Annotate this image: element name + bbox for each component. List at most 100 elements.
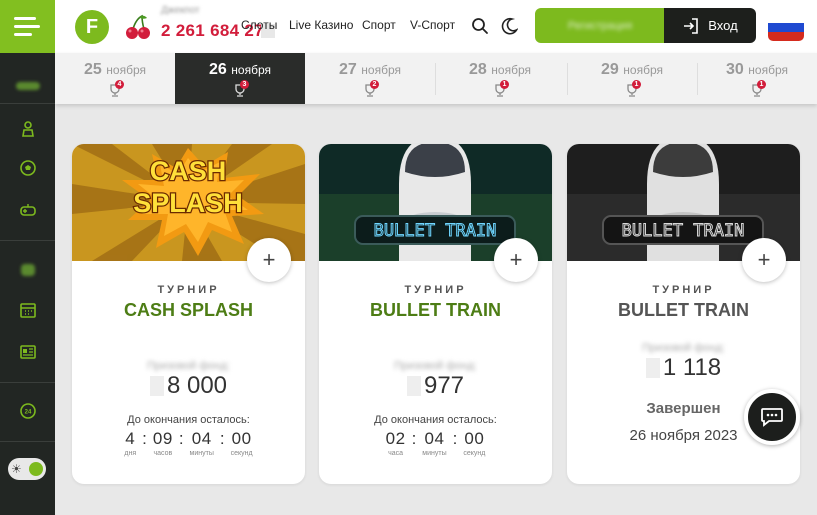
prize-fund-label: Призовой фонд: bbox=[72, 360, 305, 372]
date-day: 29 bbox=[601, 61, 619, 78]
login-icon bbox=[684, 17, 699, 34]
timer-value: 09 bbox=[152, 429, 173, 448]
timer-seconds: 00 секунд bbox=[231, 429, 253, 457]
date-month: ноября bbox=[623, 63, 663, 77]
trophy-icon: 1 bbox=[493, 80, 509, 97]
flag-stripe-white bbox=[768, 14, 804, 23]
register-label: Регистрация bbox=[567, 19, 633, 32]
timer-value: 00 bbox=[231, 429, 252, 448]
timer-colon: : bbox=[178, 429, 184, 448]
prize-fund-amount: 8 000 bbox=[166, 372, 228, 399]
banner-text: BULLET TRAIN bbox=[622, 221, 745, 241]
svg-text:24: 24 bbox=[24, 410, 31, 416]
date-tab[interactable]: 30 ноября 1 bbox=[697, 53, 817, 104]
sidebar-item-calendar[interactable] bbox=[0, 298, 55, 322]
timer-unit: секунд bbox=[230, 450, 253, 457]
nav-slots[interactable]: Слоты bbox=[241, 18, 277, 32]
prize-fund-label-text: Призовой фонд: bbox=[642, 342, 725, 354]
prize-fund-label: Призовой фонд: bbox=[319, 360, 552, 372]
time-left-label: До окончания осталось: bbox=[127, 414, 250, 426]
currency-icon bbox=[406, 376, 421, 396]
add-button[interactable]: + bbox=[742, 238, 786, 282]
date-tab[interactable]: 27 ноября 2 bbox=[305, 53, 435, 104]
date-day: 26 bbox=[209, 61, 227, 78]
moon-icon[interactable] bbox=[500, 17, 518, 35]
date-month: ноября bbox=[106, 63, 146, 77]
add-button[interactable]: + bbox=[247, 238, 291, 282]
sidebar-item-sport[interactable] bbox=[0, 156, 55, 180]
sidebar-divider bbox=[0, 103, 55, 104]
timer-unit: минуты bbox=[189, 450, 214, 457]
date-day: 27 bbox=[339, 61, 357, 78]
prize-fund-label: Призовой фонд: bbox=[567, 342, 800, 354]
sidebar-item-rank[interactable] bbox=[0, 117, 55, 141]
tournament-card[interactable]: BULLET TRAIN + ТУРНИР BULLET TRAIN Призо… bbox=[319, 144, 552, 484]
currency-icon bbox=[149, 376, 164, 396]
tournament-name: BULLET TRAIN bbox=[370, 300, 501, 320]
prize-fund-amount: 1 118 bbox=[662, 354, 722, 381]
tournament-name: CASH SPLASH bbox=[123, 300, 253, 320]
sidebar-item-news[interactable] bbox=[0, 340, 55, 364]
chat-button[interactable] bbox=[744, 389, 800, 445]
date-tab[interactable]: 25 ноября 4 bbox=[55, 53, 175, 104]
timer-colon: : bbox=[219, 429, 225, 448]
news-icon bbox=[19, 345, 36, 359]
jackpot-label: Джекпот bbox=[161, 5, 200, 16]
menu-line bbox=[14, 25, 40, 28]
date-tab[interactable]: 29 ноября 1 bbox=[567, 53, 697, 104]
nav-sport[interactable]: Спорт bbox=[362, 18, 396, 32]
flag-stripe-red bbox=[768, 32, 804, 41]
sidebar-item-support[interactable]: 24 bbox=[0, 399, 55, 423]
tournament-card[interactable]: CASH SPLASH + ТУРНИР CASH SPLASH Призово… bbox=[72, 144, 305, 484]
sidebar-item-games[interactable] bbox=[0, 198, 55, 222]
nav-live-casino[interactable]: Live Казино bbox=[289, 18, 353, 32]
rank-icon bbox=[21, 121, 34, 137]
timer-seconds: 00 секунд bbox=[463, 429, 485, 457]
add-button[interactable]: + bbox=[494, 238, 538, 282]
logo[interactable]: F bbox=[75, 10, 109, 44]
timer-hours: 02 часа bbox=[386, 429, 406, 457]
currency-icon bbox=[645, 358, 660, 378]
sidebar-item-blurred-1[interactable] bbox=[0, 74, 55, 98]
date-count-badge: 3 bbox=[240, 80, 249, 89]
date-day: 30 bbox=[726, 61, 744, 78]
timer-value: 02 bbox=[385, 429, 406, 448]
gamepad-icon bbox=[19, 204, 36, 216]
time-left-label: До окончания осталось: bbox=[374, 414, 497, 426]
sidebar-divider bbox=[0, 441, 55, 442]
timer-minutes: 04 минуты bbox=[422, 429, 446, 457]
sidebar-item-blurred-2[interactable] bbox=[0, 258, 55, 282]
date-day: 28 bbox=[469, 61, 487, 78]
timer-value: 04 bbox=[191, 429, 212, 448]
card-kind: ТУРНИР bbox=[157, 284, 220, 296]
timer-hours: 09 часов bbox=[153, 429, 173, 457]
flag-stripe-blue bbox=[768, 23, 804, 32]
language-flag[interactable] bbox=[768, 14, 804, 41]
chat-icon bbox=[761, 408, 783, 427]
card-kind: ТУРНИР bbox=[652, 284, 715, 296]
register-button[interactable]: Регистрация bbox=[535, 8, 665, 43]
prize-fund-amount: 977 bbox=[423, 372, 465, 399]
tournament-name: BULLET TRAIN bbox=[618, 300, 749, 320]
timer-colon: : bbox=[142, 429, 147, 448]
date-month: ноября bbox=[361, 63, 401, 77]
blurred-icon bbox=[15, 82, 40, 90]
date-tab-active[interactable]: 26 ноября 3 bbox=[175, 53, 305, 104]
date-count-badge: 4 bbox=[115, 80, 124, 89]
nav-vsport[interactable]: V-Спорт bbox=[410, 18, 455, 32]
prize-fund-value: 8 000 bbox=[72, 372, 305, 400]
timer-colon: : bbox=[411, 429, 417, 448]
date-month: ноября bbox=[491, 63, 531, 77]
trophy-icon: 1 bbox=[625, 80, 641, 97]
banner-text-cash: CASH bbox=[150, 156, 227, 186]
menu-button[interactable] bbox=[0, 0, 55, 53]
prize-fund-label-text: Призовой фонд: bbox=[147, 360, 230, 372]
trophy-icon: 1 bbox=[750, 80, 766, 97]
login-button[interactable]: Вход bbox=[664, 8, 756, 43]
search-icon[interactable] bbox=[471, 17, 489, 35]
date-tab[interactable]: 28 ноября 1 bbox=[435, 53, 565, 104]
timer-colon: : bbox=[452, 429, 458, 448]
theme-toggle[interactable]: ☀ bbox=[8, 458, 46, 480]
date-strip: 25 ноября 4 26 ноября 3 27 ноября 2 28 н… bbox=[55, 53, 817, 104]
timer-unit: часов bbox=[153, 450, 173, 457]
